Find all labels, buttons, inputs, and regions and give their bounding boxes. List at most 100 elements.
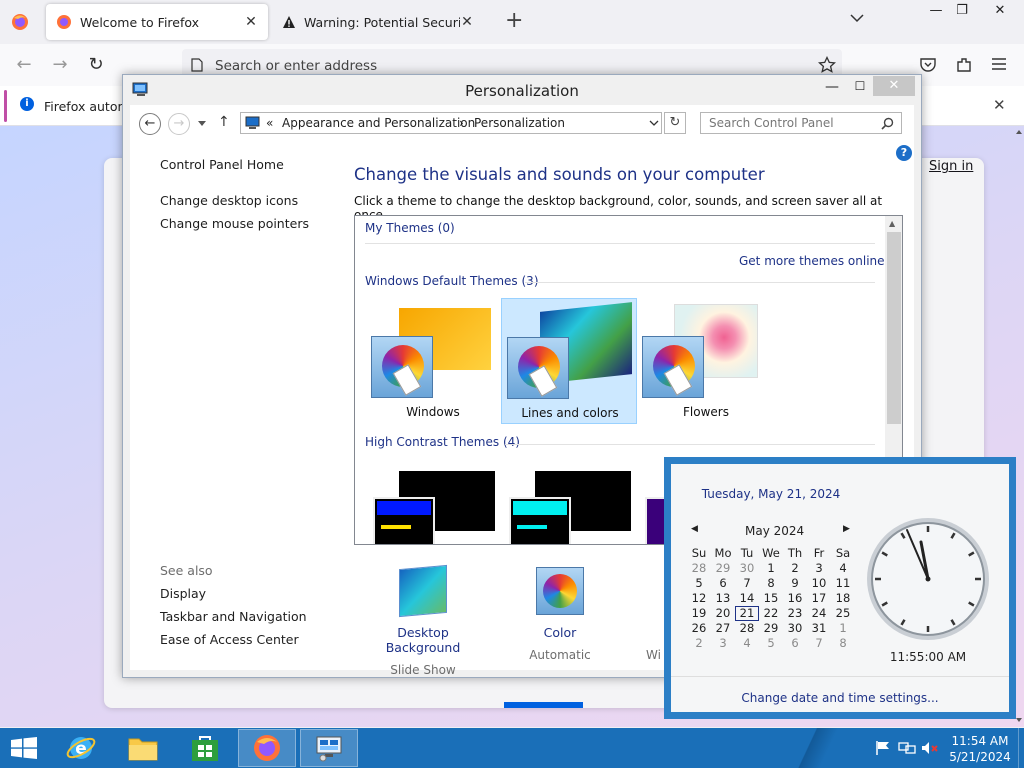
maximize-icon[interactable]: ☐ [849, 79, 871, 93]
close-icon[interactable]: ✕ [993, 96, 1006, 114]
up-arrow-icon[interactable]: ↑ [218, 114, 230, 130]
change-desktop-icons-link[interactable]: Change desktop icons [160, 193, 298, 208]
calendar-day[interactable]: 9 [783, 576, 807, 591]
calendar-day[interactable]: 6 [711, 576, 735, 591]
color-setting[interactable]: Color Automatic [520, 567, 600, 662]
tab-warning[interactable]: Warning: Potential Security Risk ✕ [272, 4, 484, 40]
calendar-day[interactable]: 28 [687, 561, 711, 576]
chevron-down-icon[interactable] [850, 13, 864, 23]
change-mouse-pointers-link[interactable]: Change mouse pointers [160, 216, 309, 231]
desktop-background-setting[interactable]: Desktop Background Slide Show [358, 564, 488, 677]
calendar-day[interactable]: 17 [807, 591, 831, 606]
long-date[interactable]: Tuesday, May 21, 2024 [671, 487, 871, 501]
volume-muted-icon[interactable] [921, 740, 939, 756]
window-close-icon[interactable]: ✕ [980, 0, 1020, 22]
calendar-day[interactable]: 3 [807, 561, 831, 576]
firefox-app-icon[interactable] [10, 12, 30, 32]
calendar-day[interactable]: 28 [735, 621, 759, 636]
calendar-day[interactable]: 22 [759, 606, 783, 621]
calendar-day[interactable]: 5 [687, 576, 711, 591]
breadcrumb-appearance[interactable]: Appearance and Personalization [282, 116, 475, 130]
calendar-day[interactable]: 3 [711, 636, 735, 651]
calendar-day[interactable]: 4 [831, 561, 855, 576]
calendar-day[interactable]: 29 [759, 621, 783, 636]
theme-high-contrast-1[interactable] [367, 471, 495, 544]
calendar-day[interactable]: 27 [711, 621, 735, 636]
window-title-bar[interactable]: Personalization — ☐ ✕ [123, 75, 921, 105]
calendar-day[interactable]: 4 [735, 636, 759, 651]
breadcrumb-personalization[interactable]: Personalization [474, 116, 565, 130]
calendar-day[interactable]: 6 [783, 636, 807, 651]
calendar-day[interactable]: 29 [711, 561, 735, 576]
theme-windows[interactable]: Windows [365, 298, 501, 424]
next-month-icon[interactable]: ▶ [843, 524, 850, 534]
forward-arrow-icon[interactable]: → [49, 54, 71, 76]
bookmark-star-icon[interactable] [818, 56, 836, 74]
new-tab-plus-icon[interactable]: + [505, 10, 523, 32]
calendar-day[interactable]: 14 [735, 591, 759, 606]
control-panel-taskbar-button[interactable] [300, 729, 358, 767]
get-more-themes-link[interactable]: Get more themes online [739, 254, 885, 268]
calendar-day[interactable]: 5 [759, 636, 783, 651]
close-icon[interactable]: ✕ [460, 14, 474, 30]
calendar-day[interactable]: 8 [831, 636, 855, 651]
calendar-month[interactable]: May 2024 [745, 524, 804, 538]
prev-month-icon[interactable]: ◀ [691, 524, 698, 534]
search-input[interactable]: Search Control Panel [700, 112, 902, 134]
calendar-day[interactable]: 2 [687, 636, 711, 651]
tab-welcome[interactable]: Welcome to Firefox ✕ [46, 4, 268, 40]
sign-in-link[interactable]: Sign in [929, 159, 973, 174]
scroll-thumb[interactable] [887, 232, 901, 424]
store-taskbar-button[interactable] [176, 729, 234, 767]
calendar-day[interactable]: 16 [783, 591, 807, 606]
calendar-day[interactable]: 12 [687, 591, 711, 606]
minimize-icon[interactable]: — [821, 79, 843, 95]
ease-of-access-link[interactable]: Ease of Access Center [160, 632, 299, 647]
back-arrow-icon[interactable]: ← [139, 113, 161, 135]
breadcrumb-back[interactable]: « [266, 116, 273, 130]
reload-icon[interactable]: ↻ [85, 54, 107, 76]
calendar-day[interactable]: 13 [711, 591, 735, 606]
calendar-day[interactable]: 21 [735, 606, 759, 621]
address-box[interactable]: « Appearance and Personalization › Perso… [240, 112, 662, 134]
back-arrow-icon[interactable]: ← [13, 54, 35, 76]
calendar-day[interactable]: 30 [735, 561, 759, 576]
menu-hamburger-icon[interactable] [991, 57, 1007, 71]
theme-high-contrast-2[interactable] [503, 471, 631, 544]
calendar-day[interactable]: 7 [807, 636, 831, 651]
calendar-day[interactable]: 8 [759, 576, 783, 591]
control-panel-home-link[interactable]: Control Panel Home [160, 157, 284, 172]
restore-icon[interactable]: ❐ [942, 0, 982, 22]
action-center-flag-icon[interactable] [874, 740, 892, 756]
theme-lines-and-colors[interactable]: Lines and colors [501, 298, 637, 424]
theme-flowers[interactable]: Flowers [638, 298, 774, 424]
extensions-icon[interactable] [955, 56, 973, 74]
help-icon[interactable]: ? [896, 145, 912, 161]
change-date-time-link[interactable]: Change date and time settings... [671, 691, 1009, 705]
window-close-icon[interactable]: ✕ [873, 76, 915, 96]
scroll-up-icon[interactable]: ▲ [889, 219, 895, 228]
calendar-day[interactable]: 15 [759, 591, 783, 606]
calendar-day[interactable]: 1 [831, 621, 855, 636]
chevron-down-icon[interactable] [649, 120, 659, 127]
pocket-icon[interactable] [919, 56, 937, 74]
calendar-day[interactable]: 1 [759, 561, 783, 576]
calendar-day[interactable]: 24 [807, 606, 831, 621]
calendar-day[interactable]: 25 [831, 606, 855, 621]
calendar-day[interactable]: 26 [687, 621, 711, 636]
calendar-day[interactable]: 2 [783, 561, 807, 576]
calendar-day[interactable]: 20 [711, 606, 735, 621]
refresh-icon[interactable]: ↻ [664, 112, 686, 134]
forward-arrow-icon[interactable]: → [168, 113, 190, 135]
recent-pages-chevron-icon[interactable] [198, 121, 206, 127]
calendar-day[interactable]: 11 [831, 576, 855, 591]
internet-explorer-taskbar-button[interactable]: e [52, 729, 110, 767]
calendar-day[interactable]: 23 [783, 606, 807, 621]
firefox-taskbar-button[interactable] [238, 729, 296, 767]
network-icon[interactable] [898, 740, 916, 756]
tray-clock[interactable]: 11:54 AM 5/21/2024 [948, 733, 1012, 765]
calendar-day[interactable]: 10 [807, 576, 831, 591]
display-link[interactable]: Display [160, 586, 206, 601]
calendar-day[interactable]: 31 [807, 621, 831, 636]
taskbar-navigation-link[interactable]: Taskbar and Navigation [160, 609, 307, 624]
